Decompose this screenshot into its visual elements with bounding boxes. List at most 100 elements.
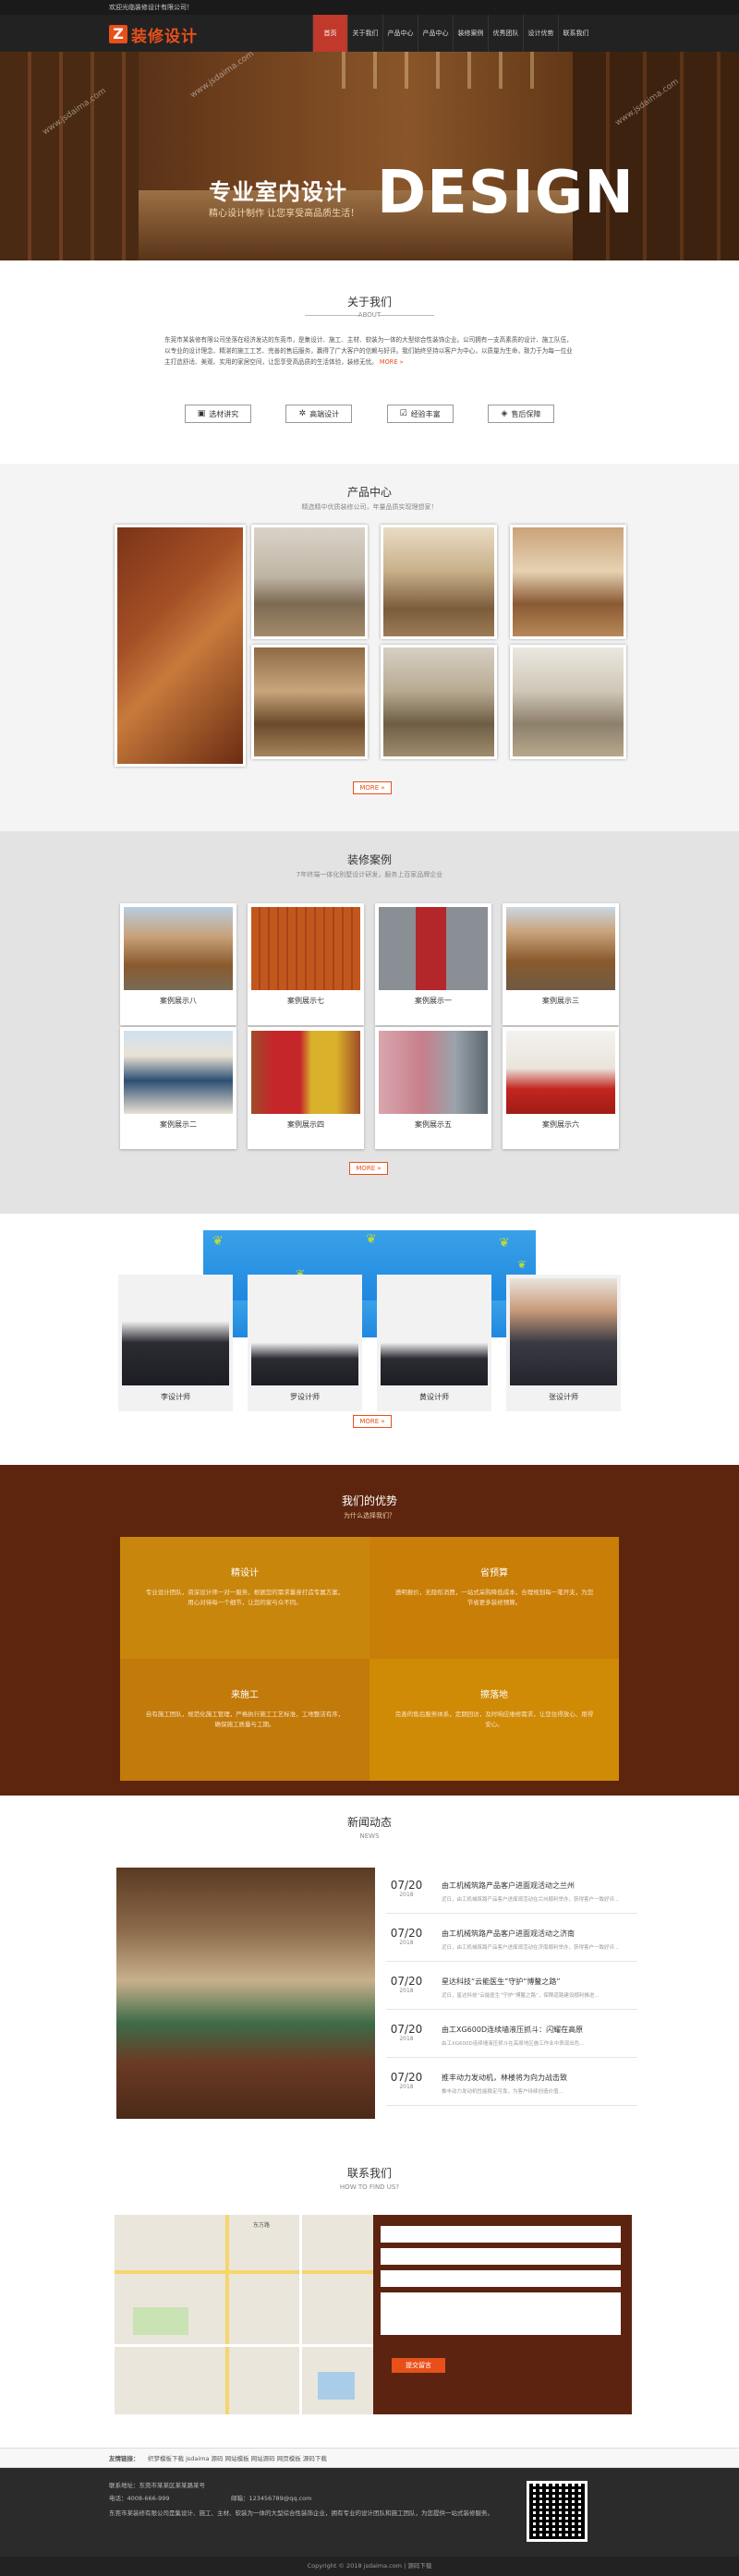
logo[interactable]: Z 装修设计 (109, 22, 198, 46)
links-list[interactable]: 织梦模板下载 jsdaima 源码 网站模板 网站源码 网页模板 源码下载 (148, 2453, 327, 2462)
feature-experience[interactable]: ☑ 经验丰富 (386, 405, 454, 423)
designers-section: ❦ ❦ ❦ ❦ ❦ ❦ 李设计师 罗设计师 黄设计师 张设计师 MORE » (0, 1214, 739, 1465)
news-item-summary: 由工XG600D连续墙液压抓斗在高原地区施工作业中表现出色... (442, 2041, 585, 2047)
case-image (251, 907, 360, 990)
cases-title: 装修案例 (346, 853, 392, 866)
case-card[interactable]: 案例展示六 (503, 1027, 619, 1149)
case-card[interactable]: 案例展示七 (248, 903, 364, 1025)
case-label: 案例展示四 (287, 1120, 324, 1129)
footer-desc: 东莞市某装修有限公司是集设计、施工、主材、软装为一体的大型综合性装饰企业，拥有专… (109, 2509, 493, 2517)
map[interactable]: 东方路 (115, 2215, 373, 2414)
hero-banner: 专业室内设计 DESIGN 精心设计制作 让您享受高品质生活！ www.jsda… (0, 52, 739, 260)
news-item-title: 由工XG600D连续墙液压抓斗：闪耀在高原 (442, 2026, 584, 2034)
nav-products-2[interactable]: 产品中心 (418, 15, 453, 52)
news-subtitle: NEWS (359, 1832, 380, 1840)
form-submit-button[interactable]: 提交留言 (392, 2358, 445, 2373)
product-image[interactable] (381, 525, 497, 639)
form-input-name[interactable] (381, 2226, 621, 2243)
case-image (379, 1031, 488, 1114)
designers-more-button[interactable]: MORE » (353, 1415, 392, 1428)
news-year: 2018 (399, 1940, 414, 1946)
designer-card[interactable]: 罗设计师 (248, 1275, 362, 1411)
form-input-phone[interactable] (381, 2248, 621, 2265)
message-form: 提交留言 (373, 2215, 632, 2414)
case-card[interactable]: 案例展示四 (248, 1027, 364, 1149)
designer-name: 罗设计师 (290, 1393, 320, 1401)
nav-contact[interactable]: 联系我们 (558, 15, 593, 52)
leaf-icon: ❦ (517, 1258, 527, 1271)
hero-lamps (314, 52, 554, 89)
map-water (318, 2372, 355, 2400)
news-item[interactable]: 07/20 2018 由工XG600D连续墙液压抓斗：闪耀在高原 由工XG600D连续… (386, 2019, 637, 2058)
news-item-summary: 近日，星达科技“云能医生”守护“博鳌之路”，保障道路建设顺利推进... (442, 1993, 600, 1999)
advantage-title: 省预算 (480, 1568, 508, 1578)
advantage-text: 透明报价，无隐形消费，一站式采购降低成本，合理规划每一笔开支，为您节省更多装修预… (394, 1589, 594, 1606)
case-label: 案例展示三 (542, 997, 579, 1005)
shield-icon: ◈ (501, 409, 508, 418)
feature-aftersale[interactable]: ◈ 售后保障 (487, 405, 554, 423)
advantage-box: 省预算透明报价，无隐形消费，一站式采购降低成本，合理规划每一笔开支，为您节省更多… (370, 1537, 619, 1659)
news-year: 2018 (399, 1892, 414, 1898)
news-image[interactable] (116, 1868, 375, 2119)
advantage-box: 擦落地 完善的售后服务体系，定期回访，及时响应维修需求，让您住得放心、用得安心。 (370, 1659, 619, 1781)
products-more-button[interactable]: MORE » (353, 781, 392, 794)
news-date: 07/20 2018 (386, 1879, 427, 1898)
leaf-icon: ❦ (366, 1232, 377, 1247)
map-road (115, 2344, 373, 2347)
news-day: 07/20 (390, 2071, 423, 2084)
contact-subtitle: HOW TO FIND US? (339, 2183, 400, 2191)
check-icon: ☑ (399, 409, 407, 418)
box-icon: ▣ (197, 409, 206, 418)
about-paragraph: 东莞市某装修有限公司坐落在经济发达的东莞市，是集设计、施工、主材、软装为一体的大… (164, 336, 573, 366)
news-item[interactable]: 07/20 2018 推丰动力发动机，林楼将为向力战击致 推丰动力发动机性能稳定可靠，… (386, 2067, 637, 2106)
designer-name: 张设计师 (549, 1393, 578, 1401)
about-more-link[interactable]: MORE » (380, 358, 404, 366)
map-park (133, 2307, 188, 2335)
feature-materials[interactable]: ▣ 选材讲究 (185, 405, 251, 423)
case-card[interactable]: 案例展示八 (120, 903, 236, 1025)
case-image (506, 1031, 615, 1114)
designer-card[interactable]: 李设计师 (118, 1275, 233, 1411)
news-item[interactable]: 07/20 2018 由工机械筑路产品客户进面观活动之济南 近日，由工机械筑路产品客户… (386, 1923, 637, 1962)
hero-title: 专业室内设计 (209, 179, 347, 205)
logo-mark: Z (109, 25, 127, 43)
case-label: 案例展示七 (287, 997, 324, 1005)
product-image[interactable] (510, 645, 626, 759)
product-image[interactable] (251, 645, 368, 759)
product-image[interactable] (115, 525, 246, 767)
designer-card[interactable]: 黄设计师 (377, 1275, 491, 1411)
form-input-email[interactable] (381, 2270, 621, 2287)
news-item[interactable]: 07/20 2018 星达科技“云能医生”守护“博鳌之路” 近日，星达科技“云能医生”… (386, 1971, 637, 2010)
hero-cabinet-right (573, 52, 739, 260)
cases-more-button[interactable]: MORE » (349, 1162, 388, 1175)
product-image[interactable] (510, 525, 626, 639)
nav-team[interactable]: 优秀团队 (488, 15, 523, 52)
case-card[interactable]: 案例展示三 (503, 903, 619, 1025)
designer-photo (381, 1278, 488, 1385)
cases-subtitle: 7年终端一体化别墅设计研发，服务上百家品牌企业 (296, 871, 443, 878)
contact-title: 联系我们 (346, 2167, 392, 2180)
nav-about[interactable]: 关于我们 (347, 15, 382, 52)
welcome-text: 欢迎光临装修设计有限公司！ (109, 4, 193, 11)
nav-advantages[interactable]: 设计优势 (523, 15, 558, 52)
feature-label: 售后保障 (511, 409, 541, 418)
designer-photo (251, 1278, 358, 1385)
news-item-summary: 近日，由工机械筑路产品客户进面观活动在兰州顺利举办，获得客户一致好评... (442, 1897, 620, 1903)
nav-products[interactable]: 产品中心 (382, 15, 418, 52)
news-item[interactable]: 07/20 2018 由工机械筑路产品客户进面观活动之兰州近日，由工机械筑路产品客户… (386, 1875, 637, 1914)
case-card[interactable]: 案例展示二 (120, 1027, 236, 1149)
advantage-title: 擦落地 (480, 1690, 508, 1700)
gear-icon: ✲ (298, 409, 307, 418)
advantages-title: 我们的优势 (341, 1494, 397, 1507)
nav-home[interactable]: 首页 (312, 15, 347, 52)
news-item-title: 由工机械筑路产品客户进面观活动之兰州 (442, 1881, 575, 1890)
form-textarea-message[interactable] (381, 2292, 621, 2335)
product-image[interactable] (251, 525, 368, 639)
news-item-title: 由工机械筑路产品客户进面观活动之济南 (442, 1929, 575, 1938)
case-card[interactable]: 案例展示五 (375, 1027, 491, 1149)
designer-card[interactable]: 张设计师 (506, 1275, 621, 1411)
nav-cases[interactable]: 装修案例 (453, 15, 488, 52)
case-card[interactable]: 案例展示一 (375, 903, 491, 1025)
product-image[interactable] (381, 645, 497, 759)
feature-design[interactable]: ✲ 高端设计 (285, 405, 353, 423)
